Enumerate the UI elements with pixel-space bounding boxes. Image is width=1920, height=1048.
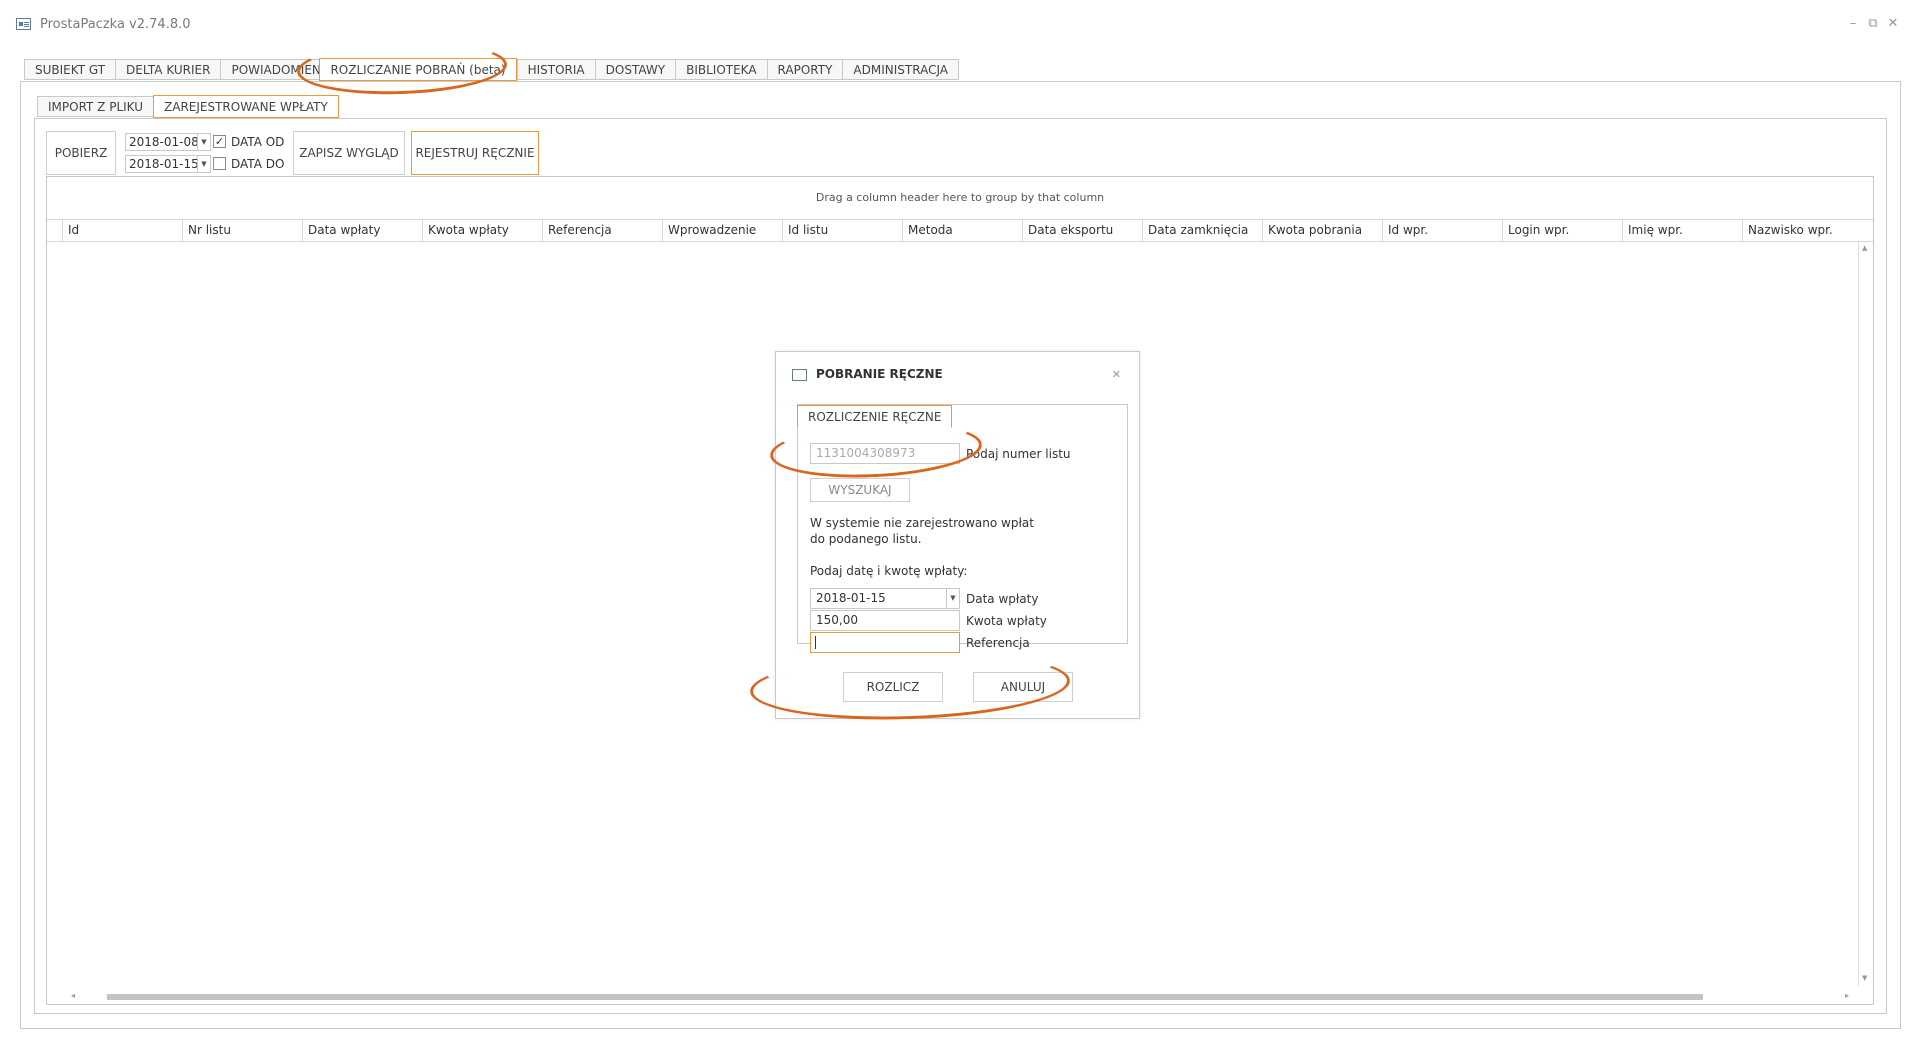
data-wplaty-input[interactable]: 2018-01-15 ▼ bbox=[810, 588, 960, 609]
column-header-data-wplaty[interactable]: Data wpłaty bbox=[302, 220, 422, 241]
pobierz-button[interactable]: POBIERZ bbox=[46, 131, 116, 175]
tab-rozliczenie-reczne[interactable]: ROZLICZENIE RĘCZNE bbox=[797, 405, 953, 428]
column-header-imie-wpr[interactable]: Imię wpr. bbox=[1622, 220, 1742, 241]
numer-listu-label: Podaj numer listu bbox=[966, 447, 1071, 461]
tab-delta-kurier[interactable]: DELTA KURIER bbox=[115, 59, 221, 80]
data-wplaty-value: 2018-01-15 bbox=[816, 591, 886, 605]
scroll-right-icon[interactable]: ▸ bbox=[1845, 991, 1849, 1000]
column-header-login-wpr[interactable]: Login wpr. bbox=[1502, 220, 1622, 241]
tab-historia[interactable]: HISTORIA bbox=[516, 59, 595, 80]
data-wplaty-label: Data wpłaty bbox=[966, 592, 1039, 606]
dialog-title: POBRANIE RĘCZNE bbox=[816, 367, 943, 381]
app-icon bbox=[16, 18, 31, 30]
column-header-id[interactable]: Id bbox=[62, 220, 182, 241]
tab-raporty[interactable]: RAPORTY bbox=[766, 59, 843, 80]
no-payments-message-line1: W systemie nie zarejestrowano wpłat bbox=[810, 516, 1034, 530]
tab-import-z-pliku[interactable]: IMPORT Z PLIKU bbox=[37, 96, 154, 117]
rozlicz-button[interactable]: ROZLICZ bbox=[843, 672, 943, 702]
date-to-value: 2018-01-15 bbox=[129, 157, 199, 171]
tab-administracja[interactable]: ADMINISTRACJA bbox=[842, 59, 959, 80]
restore-icon[interactable]: ⧉ bbox=[1866, 16, 1880, 31]
numer-listu-input[interactable]: 1131004308973 bbox=[810, 443, 960, 464]
column-header-nazwisko-wpr[interactable]: Nazwisko wpr. bbox=[1742, 220, 1857, 241]
horizontal-scrollbar[interactable]: ◂ ▸ bbox=[67, 990, 1853, 1002]
scroll-up-icon[interactable]: ▲ bbox=[1862, 244, 1867, 252]
column-header-id-listu[interactable]: Id listu bbox=[782, 220, 902, 241]
tab-subiekt-gt[interactable]: SUBIEKT GT bbox=[24, 59, 116, 80]
app-title: ProstaPaczka v2.74.8.0 bbox=[40, 17, 191, 32]
text-cursor bbox=[815, 636, 816, 649]
date-to-input[interactable]: 2018-01-15 ▼ bbox=[125, 155, 211, 173]
tab-rozliczanie-pobran[interactable]: ROZLICZANIE POBRAŃ (beta) bbox=[319, 58, 517, 81]
referencja-label: Referencja bbox=[966, 636, 1030, 650]
grid-header-row: Id Nr listu Data wpłaty Kwota wpłaty Ref… bbox=[47, 219, 1873, 242]
vertical-scrollbar[interactable]: ▲ ▼ bbox=[1858, 240, 1873, 986]
minimize-icon[interactable]: – bbox=[1846, 16, 1860, 31]
data-od-label: DATA OD bbox=[231, 135, 285, 149]
scroll-left-icon[interactable]: ◂ bbox=[71, 991, 75, 1000]
group-by-hint: Drag a column header here to group by th… bbox=[815, 191, 1105, 204]
referencja-input[interactable] bbox=[810, 632, 960, 653]
column-header-metoda[interactable]: Metoda bbox=[902, 220, 1022, 241]
data-do-checkbox[interactable] bbox=[213, 157, 226, 170]
dialog-app-icon bbox=[792, 369, 807, 381]
column-header-wprowadzenie[interactable]: Wprowadzenie bbox=[662, 220, 782, 241]
date-from-input[interactable]: 2018-01-08 ▼ bbox=[125, 133, 211, 151]
column-header-nr-listu[interactable]: Nr listu bbox=[182, 220, 302, 241]
column-header-id-wpr[interactable]: Id wpr. bbox=[1382, 220, 1502, 241]
dialog-close-icon[interactable]: ✕ bbox=[1112, 368, 1121, 381]
no-payments-message-line2: do podanego listu. bbox=[810, 532, 922, 546]
wyszukaj-button[interactable]: WYSZUKAJ bbox=[810, 478, 910, 502]
tab-zarejestrowane-wplaty[interactable]: ZAREJESTROWANE WPŁATY bbox=[153, 95, 339, 118]
column-header-kwota-pobrania[interactable]: Kwota pobrania bbox=[1262, 220, 1382, 241]
chevron-down-icon[interactable]: ▼ bbox=[197, 134, 210, 150]
pobranie-reczne-dialog: POBRANIE RĘCZNE ✕ ROZLICZENIE RĘCZNE 113… bbox=[775, 351, 1140, 719]
data-od-checkbox[interactable]: ✓ bbox=[213, 135, 226, 148]
tab-dostawy[interactable]: DOSTAWY bbox=[594, 59, 676, 80]
tab-biblioteka[interactable]: BIBLIOTEKA bbox=[675, 59, 767, 80]
column-header-kwota-wplaty[interactable]: Kwota wpłaty bbox=[422, 220, 542, 241]
tab-powiadomienia[interactable]: POWIADOMIENIA bbox=[220, 59, 320, 80]
column-header-data-eksportu[interactable]: Data eksportu bbox=[1022, 220, 1142, 241]
rejestruj-recznie-button[interactable]: REJESTRUJ RĘCZNIE bbox=[411, 131, 539, 175]
sub-tabbar: IMPORT Z PLIKU ZAREJESTROWANE WPŁATY bbox=[37, 95, 339, 118]
column-header-referencja[interactable]: Referencja bbox=[542, 220, 662, 241]
chevron-down-icon[interactable]: ▼ bbox=[197, 156, 210, 172]
kwota-wplaty-label: Kwota wpłaty bbox=[966, 614, 1047, 628]
date-amount-prompt: Podaj datę i kwotę wpłaty: bbox=[810, 564, 968, 578]
main-tabbar: SUBIEKT GT DELTA KURIER POWIADOMIENIA RO… bbox=[24, 58, 959, 81]
horizontal-scroll-thumb[interactable] bbox=[107, 994, 1703, 1000]
close-icon[interactable]: ✕ bbox=[1886, 16, 1900, 31]
zapisz-wyglad-button[interactable]: ZAPISZ WYGLĄD bbox=[293, 131, 405, 175]
row-indicator-header bbox=[47, 220, 62, 241]
scroll-down-icon[interactable]: ▼ bbox=[1862, 974, 1867, 982]
data-do-label: DATA DO bbox=[231, 157, 285, 171]
kwota-wplaty-input[interactable]: 150,00 bbox=[810, 610, 960, 631]
anuluj-button[interactable]: ANULUJ bbox=[973, 672, 1073, 702]
date-from-value: 2018-01-08 bbox=[129, 135, 199, 149]
column-header-data-zamkniecia[interactable]: Data zamknięcia bbox=[1142, 220, 1262, 241]
chevron-down-icon[interactable]: ▼ bbox=[946, 589, 959, 608]
